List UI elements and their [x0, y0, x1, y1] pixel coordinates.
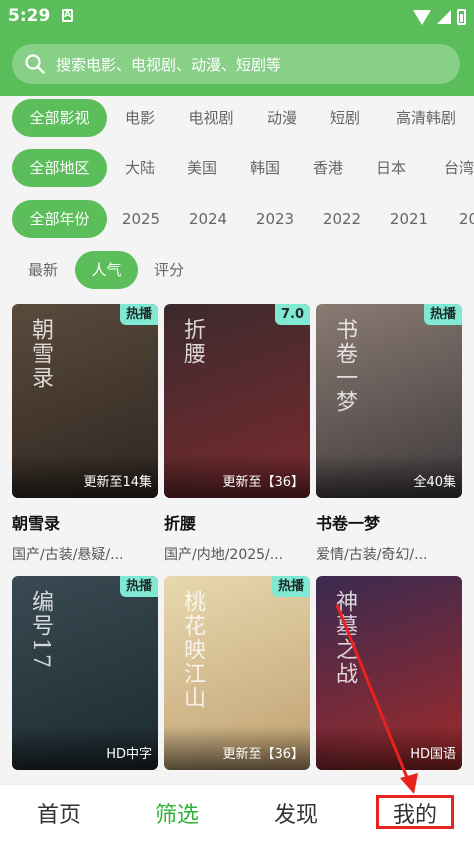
status-badge: 热播 — [423, 304, 462, 325]
poster-title-art: 书卷一梦 — [332, 318, 357, 414]
year-filter-2022[interactable]: 2022 — [319, 200, 365, 238]
region-filter-korea[interactable]: 韩国 — [243, 149, 287, 187]
poster[interactable]: 桃花映江山 热播 更新至【36】 — [164, 576, 310, 770]
genre-filter-tv[interactable]: 电视剧 — [182, 99, 240, 137]
annotation-highlight-box — [376, 795, 454, 829]
search-placeholder: 搜索电影、电视剧、动漫、短剧等 — [56, 56, 282, 74]
rating-badge: 7.0 — [274, 304, 310, 325]
genre-filter-anime[interactable]: 动漫 — [260, 99, 304, 137]
region-filter-japan[interactable]: 日本 — [369, 149, 413, 187]
poster-title-art: 桃花映江山 — [180, 590, 205, 710]
card-subtitle: 国产/内地/2025/... — [164, 547, 284, 563]
poster[interactable]: 书卷一梦 热播 全40集 — [316, 304, 462, 498]
region-filter-taiwan[interactable]: 台湾 — [437, 149, 474, 187]
genre-filter-all[interactable]: 全部影视 — [12, 99, 107, 137]
sort-filter-row: 最新 人气 评分 — [0, 251, 474, 289]
card-subtitle: 国产/古装/悬疑/... — [12, 547, 124, 563]
sort-latest[interactable]: 最新 — [20, 251, 66, 289]
card-subtitle: 爱情/古装/奇幻/... — [316, 547, 428, 563]
status-badge: 热播 — [271, 576, 310, 597]
episode-status: 全40集 — [413, 475, 456, 490]
search-input[interactable]: 搜索电影、电视剧、动漫、短剧等 — [12, 44, 460, 84]
year-filter-2025[interactable]: 2025 — [118, 200, 164, 238]
episode-status: 更新至【36】 — [222, 475, 304, 490]
status-time: 5:29 — [8, 6, 51, 26]
region-filter-row: 全部地区 大陆 美国 韩国 香港 日本 台湾 — [0, 149, 474, 187]
status-bar: 5:29 A — [0, 0, 474, 34]
poster-title-art: 折腰 — [180, 318, 205, 366]
genre-filter-kdrama[interactable]: 高清韩剧 — [388, 99, 464, 137]
tab-filter[interactable]: 筛选 — [118, 797, 236, 829]
poster-title-art: 朝雪录 — [28, 318, 53, 390]
poster[interactable]: 折腰 7.0 更新至【36】 — [164, 304, 310, 498]
tab-discover[interactable]: 发现 — [237, 797, 355, 829]
status-badge: 热播 — [119, 576, 158, 597]
signal-icon — [437, 10, 451, 24]
poster[interactable]: 朝雪录 热播 更新至14集 — [12, 304, 158, 498]
sort-rating[interactable]: 评分 — [146, 251, 192, 289]
header: 5:29 A 搜索电影、电视剧、动漫、短剧等 — [0, 0, 474, 96]
year-filter-2021[interactable]: 2021 — [386, 200, 432, 238]
sim-icon: A — [62, 9, 73, 22]
genre-filter-short[interactable]: 短剧 — [323, 99, 367, 137]
search-icon — [25, 54, 45, 74]
episode-status: 更新至【36】 — [222, 747, 304, 762]
card-title[interactable]: 朝雪录 — [12, 510, 60, 534]
year-filter-2020[interactable]: 2020 — [455, 200, 474, 238]
card-title[interactable]: 折腰 — [164, 510, 196, 534]
genre-filter-movie[interactable]: 电影 — [117, 99, 163, 137]
status-badge: 热播 — [119, 304, 158, 325]
genre-filter-row: 全部影视 电影 电视剧 动漫 短剧 高清韩剧 — [0, 99, 474, 137]
region-filter-all[interactable]: 全部地区 — [12, 149, 107, 187]
poster[interactable]: 编号17 热播 HD中字 — [12, 576, 158, 770]
year-filter-all[interactable]: 全部年份 — [12, 200, 107, 238]
quality-label: HD中字 — [106, 747, 152, 762]
tab-home[interactable]: 首页 — [0, 797, 118, 829]
battery-icon — [457, 9, 466, 25]
status-icons — [413, 7, 466, 27]
card-title[interactable]: 书卷一梦 — [316, 510, 380, 534]
quality-label: HD国语 — [410, 747, 456, 762]
year-filter-row: 全部年份 2025 2024 2023 2022 2021 2020 — [0, 200, 474, 238]
year-filter-2023[interactable]: 2023 — [252, 200, 298, 238]
poster-title-art: 编号17 — [28, 590, 53, 670]
poster-title-art: 神墓之战 — [332, 590, 357, 686]
sort-popular[interactable]: 人气 — [75, 251, 138, 289]
region-filter-usa[interactable]: 美国 — [180, 149, 224, 187]
wifi-icon — [413, 9, 431, 25]
episode-status: 更新至14集 — [83, 475, 152, 490]
region-filter-hongkong[interactable]: 香港 — [306, 149, 350, 187]
region-filter-mainland[interactable]: 大陆 — [118, 149, 162, 187]
poster[interactable]: 神墓之战 HD国语 — [316, 576, 462, 770]
year-filter-2024[interactable]: 2024 — [185, 200, 231, 238]
